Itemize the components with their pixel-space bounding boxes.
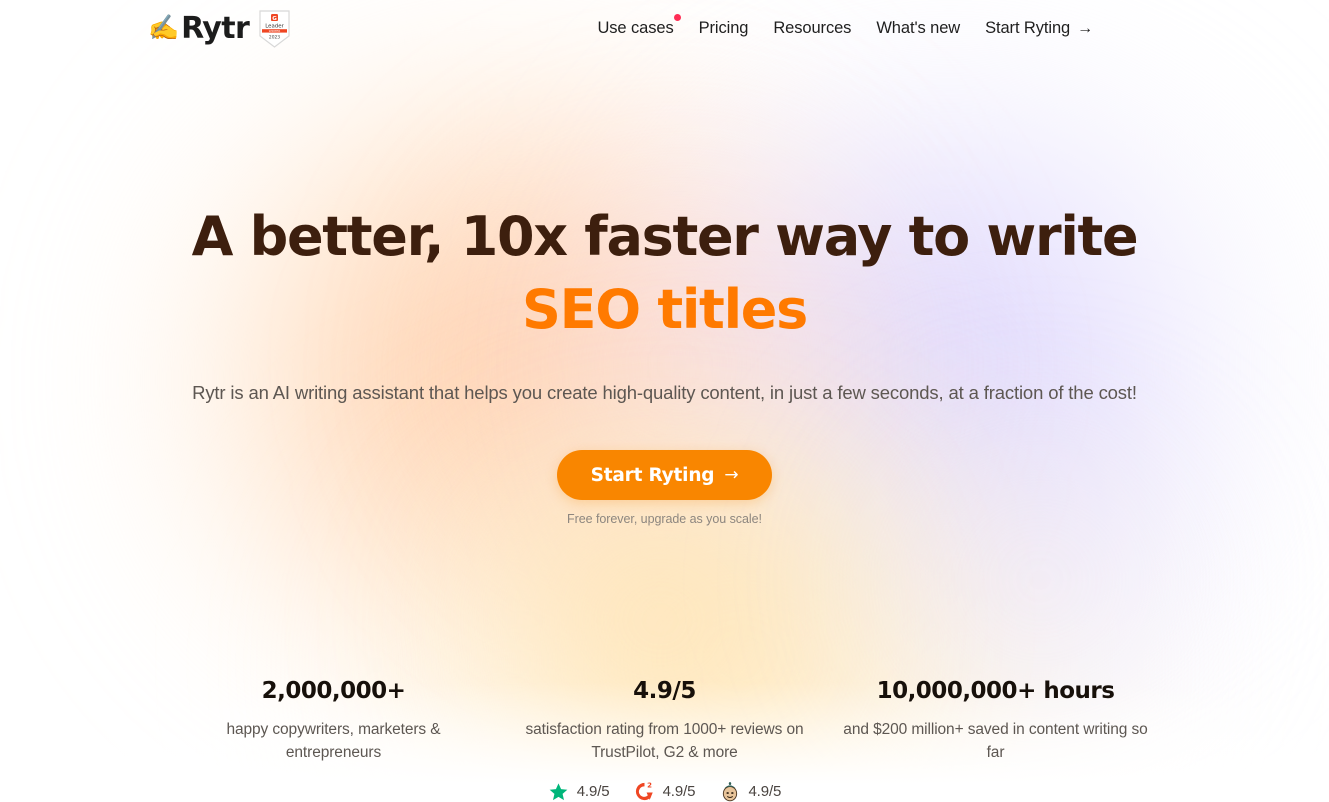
svg-text:2: 2 (647, 782, 652, 790)
rating-score: 4.9/5 (576, 783, 610, 801)
nav-item-resources[interactable]: Resources (773, 19, 851, 38)
stat-item: 2,000,000+ happy copywriters, marketers … (168, 678, 499, 765)
brand-name: Rytr (181, 11, 250, 46)
rating-badges-row: 4.9/5 2 4.9/5 4.9/5 (0, 781, 1329, 802)
stat-item: 4.9/5 satisfaction rating from 1000+ rev… (499, 678, 830, 765)
landing-page: ✍️ Rytr G Leader WINTER 2023 Use cases P… (0, 0, 1329, 802)
rating-score: 4.9/5 (748, 783, 782, 801)
stat-item: 10,000,000+ hours and $200 million+ save… (830, 678, 1161, 765)
page-title: A better, 10x faster way to write SEO ti… (0, 207, 1329, 340)
hero-subtitle: Rytr is an AI writing assistant that hel… (192, 381, 1137, 403)
site-header: ✍️ Rytr G Leader WINTER 2023 Use cases P… (0, 0, 1329, 57)
svg-text:G: G (272, 16, 277, 22)
brand-logo-link[interactable]: ✍️ Rytr (148, 11, 250, 46)
stat-label: and $200 million+ saved in content writi… (843, 721, 1148, 761)
rating-trustpilot[interactable]: 4.9/5 (548, 781, 610, 802)
nav-item-whats-new[interactable]: What's new (876, 19, 960, 38)
stat-value: 4.9/5 (633, 678, 696, 705)
writing-hand-icon: ✍️ (148, 14, 180, 42)
stats-section: 2,000,000+ happy copywriters, marketers … (0, 678, 1329, 765)
headline-line-1: A better, 10x faster way to write (191, 205, 1139, 268)
rating-appsumo[interactable]: 4.9/5 (719, 781, 781, 802)
cta-helper-text: Free forever, upgrade as you scale! (567, 512, 762, 527)
rating-score: 4.9/5 (662, 783, 696, 801)
new-indicator-dot-icon (673, 14, 681, 21)
start-ryting-button-label: Start Ryting (590, 464, 715, 486)
nav-item-pricing[interactable]: Pricing (699, 19, 749, 38)
g2-logo-icon: 2 (634, 781, 656, 802)
svg-text:2023: 2023 (269, 34, 280, 40)
arrow-right-icon: → (1077, 19, 1093, 37)
stat-value: 10,000,000+ hours (876, 678, 1115, 705)
hero-cta-group: Start Ryting → Free forever, upgrade as … (0, 450, 1329, 526)
stat-label: satisfaction rating from 1000+ reviews o… (525, 721, 804, 761)
headline-accent: SEO titles (522, 278, 808, 342)
nav-item-use-cases[interactable]: Use cases (597, 14, 681, 38)
appsumo-taco-icon (719, 781, 741, 802)
start-ryting-button[interactable]: Start Ryting → (556, 450, 773, 501)
arrow-right-icon: → (724, 465, 739, 486)
nav-start-ryting-link[interactable]: Start Ryting → (985, 19, 1093, 38)
g2-leader-badge-icon: G Leader WINTER 2023 (258, 9, 291, 49)
nav-item-use-cases-label: Use cases (597, 19, 674, 37)
nav-start-ryting-label: Start Ryting (985, 19, 1071, 37)
rating-g2[interactable]: 2 4.9/5 (634, 781, 696, 802)
main-navigation: Use cases Pricing Resources What's new S… (597, 14, 1093, 38)
svg-text:WINTER: WINTER (269, 29, 280, 33)
stat-value: 2,000,000+ (261, 678, 406, 705)
stat-label: happy copywriters, marketers & entrepren… (226, 721, 441, 761)
trustpilot-star-icon (548, 781, 570, 802)
hero-section: A better, 10x faster way to write SEO ti… (0, 57, 1329, 526)
